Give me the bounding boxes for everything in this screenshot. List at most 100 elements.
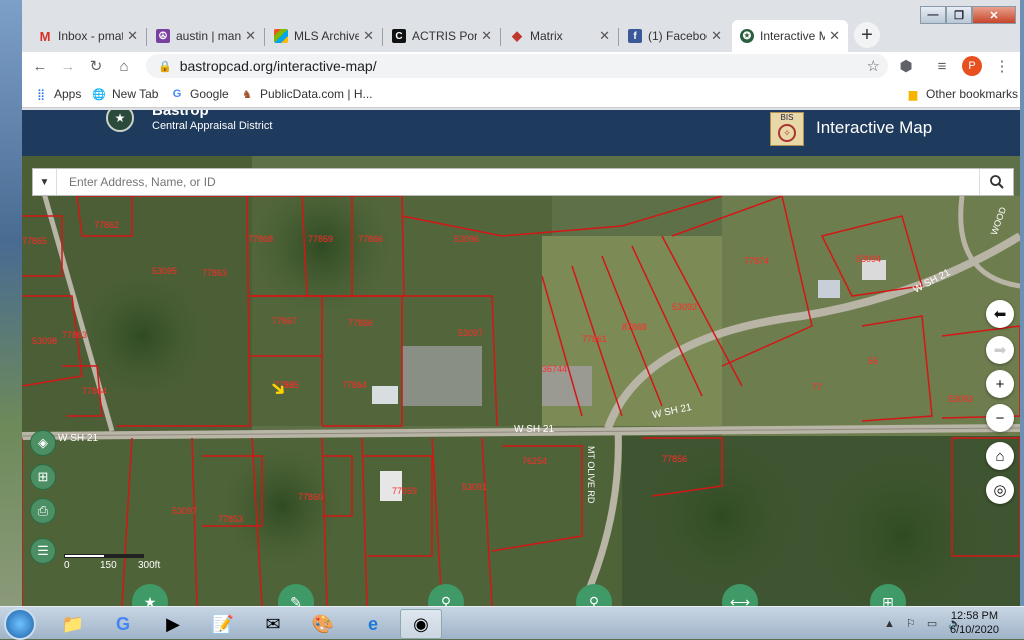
taskbar-clock[interactable]: 12:58 PM 6/10/2020 [950, 609, 999, 637]
parcel-id-label[interactable]: 77864 [342, 380, 367, 390]
parcel-id-label[interactable]: 53091 [462, 482, 487, 492]
close-tab-icon[interactable]: ✕ [363, 28, 374, 44]
search-type-dropdown[interactable]: ▼ [33, 169, 57, 195]
parcel-id-label[interactable]: 53095 [152, 266, 177, 276]
parcel-id-label[interactable]: 77869 [308, 234, 333, 244]
search-input[interactable] [57, 169, 979, 195]
google-icon: G [172, 88, 182, 100]
tab-facebook[interactable]: f (1) Facebook ✕ [620, 20, 730, 52]
new-tab-button[interactable]: + [854, 22, 880, 48]
parcel-id-label[interactable]: 77861 [582, 334, 607, 344]
tab-inbox[interactable]: M Inbox - pmat ✕ [30, 20, 146, 52]
parcel-id-label[interactable]: 77866 [348, 318, 373, 328]
actris-icon: C [392, 29, 406, 43]
bookmark-apps[interactable]: ⣿ Apps [34, 87, 81, 101]
windows-taskbar: 📁 G ▶ 📝 ✉ 🎨 e ◉ ▲ ⚐ ▭ 🔊 12:58 PM 6/10/20… [0, 606, 1024, 640]
chrome-taskbar-icon[interactable]: ◉ [400, 609, 442, 639]
paint-taskbar-icon[interactable]: 🎨 [302, 609, 344, 639]
parcel-id-label[interactable]: 77863 [202, 268, 227, 278]
parcel-id-label[interactable]: 77874 [744, 256, 769, 266]
window-icon: ⊞ [882, 593, 894, 607]
parcel-id-label[interactable]: 77853 [218, 514, 243, 524]
close-tab-icon[interactable]: ✕ [245, 28, 256, 44]
home-extent-button[interactable]: ⌂ [986, 442, 1014, 470]
bookmark-new-tab[interactable]: 🌐 New Tab [92, 87, 158, 101]
close-tab-icon[interactable]: ✕ [481, 28, 492, 44]
bookmark-publicdata[interactable]: ♞ PublicData.com | H... [240, 87, 372, 101]
notepad-taskbar-icon[interactable]: 📝 [202, 609, 244, 639]
bcad-icon: ✪ [740, 29, 754, 43]
media-player-taskbar-icon[interactable]: ▶ [152, 609, 194, 639]
extension-icon[interactable]: ⬢ [896, 56, 916, 76]
parcel-id-label[interactable]: 77867 [272, 316, 297, 326]
ie-taskbar-icon[interactable]: e [352, 609, 394, 639]
tab-actris[interactable]: C ACTRIS Porta✕ [384, 20, 500, 52]
close-tab-icon[interactable]: ✕ [127, 28, 138, 44]
layers-button[interactable]: ◈ [30, 430, 56, 456]
parcel-id-label[interactable]: 53098 [32, 336, 57, 346]
scale-bar: 0 150 300ft [64, 554, 160, 571]
other-bookmarks[interactable]: ▆ Other bookmarks [906, 87, 1018, 101]
parcel-id-label[interactable]: 76254 [522, 456, 547, 466]
locate-button[interactable]: ◎ [986, 476, 1014, 504]
legend-button[interactable]: ☰ [30, 538, 56, 564]
web-page: ★ Bastrop Central Appraisal District BIS… [22, 110, 1020, 606]
forward-arrow-icon[interactable]: → [58, 56, 78, 76]
tab-interactive-map[interactable]: ✪ Interactive M ✕ [732, 20, 848, 52]
parcel-id-label[interactable]: 53093 [948, 394, 973, 404]
parcel-id-label[interactable]: 77865 [22, 236, 47, 246]
previous-extent-button[interactable]: ⬅ [986, 300, 1014, 328]
zoom-in-button[interactable]: + [986, 370, 1014, 398]
bcad-logo-icon: ★ [106, 110, 134, 132]
parcel-id-label[interactable]: 56 [868, 356, 878, 366]
parcel-id-label[interactable]: 77864 [82, 386, 107, 396]
print-button[interactable]: ⎙ [30, 498, 56, 524]
google-taskbar-icon[interactable]: G [102, 609, 144, 639]
layers-icon: ◈ [38, 435, 48, 450]
parcel-id-label[interactable]: 53097 [172, 506, 197, 516]
tab-title: ACTRIS Porta [412, 29, 478, 43]
parcel-id-label[interactable]: 53096 [454, 234, 479, 244]
close-tab-icon[interactable]: ✕ [829, 28, 840, 44]
parcel-id-label[interactable]: 87868 [622, 322, 647, 332]
bookmark-star-icon[interactable]: ☆ [867, 57, 880, 75]
tab-mls-archive[interactable]: MLS Archive ✕ [266, 20, 382, 52]
parcel-id-label[interactable]: 53097 [458, 328, 483, 338]
start-button[interactable] [4, 608, 36, 640]
media-queue-icon[interactable]: ≡ [932, 56, 952, 76]
parcel-id-label[interactable]: 77866 [358, 234, 383, 244]
zoom-out-button[interactable]: − [986, 404, 1014, 432]
parcel-id-label[interactable]: 36744 [542, 364, 567, 374]
back-arrow-icon[interactable]: ← [30, 56, 50, 76]
parcel-id-label[interactable]: 77859 [392, 486, 417, 496]
next-extent-button[interactable]: ➡ [986, 336, 1014, 364]
bookmark-icon: ★ [143, 593, 157, 607]
home-icon[interactable]: ⌂ [114, 56, 134, 76]
basemap-button[interactable]: ⊞ [30, 464, 56, 490]
tab-austin[interactable]: ☮ austin | manu ✕ [148, 20, 264, 52]
parcel-id-label[interactable]: 53092 [672, 302, 697, 312]
globe-icon: 🌐 [92, 88, 106, 101]
tab-matrix[interactable]: ◆ Matrix ✕ [502, 20, 618, 52]
search-icon[interactable] [979, 169, 1013, 195]
parcel-id-label[interactable]: 77863 [62, 330, 87, 340]
parcel-id-label[interactable]: 77856 [662, 454, 687, 464]
parcel-id-label[interactable]: 77868 [248, 234, 273, 244]
parcel-id-label[interactable]: 77 [812, 382, 822, 392]
matrix-icon: ◆ [512, 28, 522, 43]
close-tab-icon[interactable]: ✕ [711, 28, 722, 44]
parcel-id-label[interactable]: 77860 [298, 492, 323, 502]
profile-avatar[interactable]: P [962, 56, 982, 76]
reload-icon[interactable]: ↻ [86, 56, 106, 76]
map-canvas[interactable]: 77868 77869 77866 53096 77867 77866 53097 77865… [22, 156, 1020, 606]
parcel-id-label[interactable]: 53094 [856, 254, 881, 264]
bookmark-google[interactable]: G Google [170, 87, 229, 101]
tab-title: Interactive M [760, 29, 826, 43]
mail-taskbar-icon[interactable]: ✉ [252, 609, 294, 639]
explorer-taskbar-icon[interactable]: 📁 [52, 609, 94, 639]
close-tab-icon[interactable]: ✕ [599, 28, 610, 44]
address-bar[interactable]: 🔒 bastropcad.org/interactive-map/ ☆ [146, 54, 888, 78]
home-icon: ⌂ [995, 447, 1005, 465]
menu-kebab-icon[interactable]: ⋮ [992, 56, 1012, 76]
parcel-id-label[interactable]: 77862 [94, 220, 119, 230]
